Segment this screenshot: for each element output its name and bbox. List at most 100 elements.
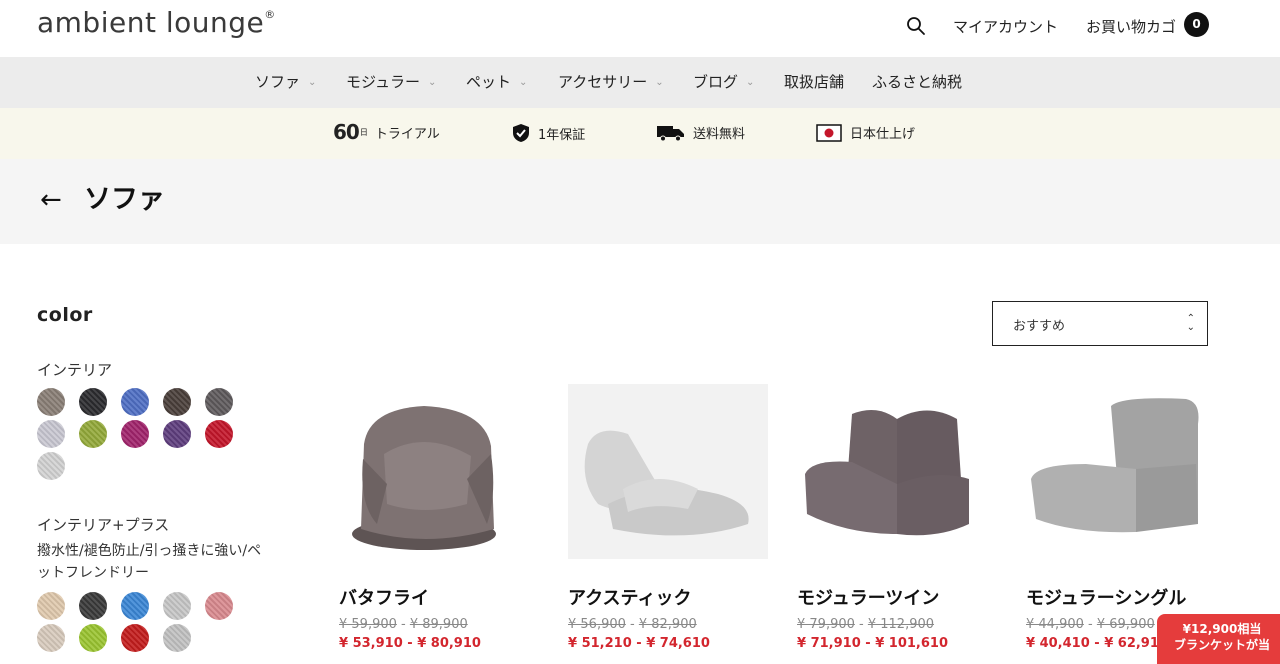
- logo-text: ambient lounge: [37, 6, 265, 39]
- registered-mark: ®: [264, 7, 276, 21]
- product-card[interactable]: アクスティック ¥ 56,900 - ¥ 82,900 ¥ 51,210 - ¥…: [568, 384, 768, 656]
- nav-item-modular[interactable]: モジュラー ⌄: [346, 71, 436, 92]
- product-sale-price: ¥ 40,410 - ¥ 62,910: [1026, 636, 1168, 651]
- price-old-to: ¥ 82,900: [638, 617, 697, 632]
- chevron-down-icon: ⌄: [746, 77, 755, 88]
- trial-unit: 日: [359, 127, 368, 137]
- color-swatch[interactable]: [121, 388, 149, 416]
- price-old-to: ¥ 89,900: [409, 617, 468, 632]
- nav-label: モジュラー: [346, 73, 420, 91]
- product-card[interactable]: バタフライ ¥ 59,900 - ¥ 89,900 ¥ 53,910 - ¥ 8…: [339, 384, 539, 656]
- color-swatch[interactable]: [163, 624, 191, 652]
- product-original-price: ¥ 44,900 - ¥ 69,900: [1026, 617, 1155, 632]
- price-old-from: ¥ 59,900: [339, 617, 397, 632]
- product-sale-price: ¥ 71,910 - ¥ 101,610: [797, 636, 948, 651]
- product-name[interactable]: モジュラーツイン: [797, 584, 939, 610]
- site-header: ambient lounge® マイアカウント お買い物カゴ 0: [0, 0, 1280, 57]
- filter-group-interior-plus-desc: 撥水性/褪色防止/引っ掻きに強い/ペットフレンドリー: [37, 543, 262, 581]
- color-swatch[interactable]: [37, 388, 65, 416]
- color-swatch[interactable]: [37, 452, 65, 480]
- color-swatch[interactable]: [37, 420, 65, 448]
- nav-label: ペット: [466, 73, 512, 91]
- usp-japan-label: 日本仕上げ: [850, 127, 916, 142]
- nav-label: ブログ: [693, 73, 739, 91]
- updown-caret-icon: ⌃ ⌄: [1186, 313, 1195, 333]
- price-new-to: ¥ 74,610: [646, 636, 710, 651]
- filter-group-interior-plus-label: インテリア+プラス: [37, 516, 170, 534]
- nav-label: ソファ: [255, 73, 301, 91]
- price-old-to: ¥ 69,900: [1096, 617, 1155, 632]
- price-old-from: ¥ 79,900: [797, 617, 855, 632]
- back-arrow-icon[interactable]: ←: [40, 185, 62, 215]
- product-original-price: ¥ 79,900 - ¥ 112,900: [797, 617, 935, 632]
- chevron-down-icon: ⌄: [308, 77, 317, 88]
- cart-count-badge[interactable]: 0: [1184, 12, 1209, 37]
- product-image[interactable]: [568, 384, 768, 559]
- product-image[interactable]: [1026, 384, 1226, 559]
- product-name[interactable]: バタフライ: [339, 584, 429, 610]
- nav-label: アクセサリー: [558, 73, 648, 91]
- search-icon[interactable]: [906, 16, 926, 36]
- product-original-price: ¥ 56,900 - ¥ 82,900: [568, 617, 697, 632]
- product-image[interactable]: [339, 384, 539, 559]
- price-new-to: ¥ 101,610: [875, 636, 948, 651]
- color-swatch[interactable]: [205, 420, 233, 448]
- product-image[interactable]: [797, 384, 997, 559]
- nav-item-blog[interactable]: ブログ ⌄: [693, 71, 754, 92]
- product-card[interactable]: モジュラーツイン ¥ 79,900 - ¥ 112,900 ¥ 71,910 -…: [797, 384, 997, 656]
- filter-group-interior-label: インテリア: [37, 361, 113, 379]
- color-swatch[interactable]: [79, 420, 107, 448]
- trial-days: 60: [333, 120, 360, 144]
- nav-item-accessories[interactable]: アクセサリー ⌄: [558, 71, 664, 92]
- color-swatch[interactable]: [79, 624, 107, 652]
- product-original-price: ¥ 59,900 - ¥ 89,900: [339, 617, 468, 632]
- color-swatch[interactable]: [121, 592, 149, 620]
- color-swatch[interactable]: [205, 388, 233, 416]
- usp-shipping: 送料無料: [657, 123, 745, 142]
- price-new-from: ¥ 51,210: [568, 636, 632, 651]
- usp-bar: 60 日 トライアル 1年保証 送料無料 日本仕上げ: [0, 108, 1280, 159]
- product-sale-price: ¥ 53,910 - ¥ 80,910: [339, 636, 481, 651]
- color-swatch[interactable]: [79, 592, 107, 620]
- price-new-from: ¥ 40,410: [1026, 636, 1090, 651]
- color-filter-title: color: [37, 304, 93, 326]
- sort-select[interactable]: おすすめ ⌃ ⌄: [992, 301, 1208, 346]
- product-sale-price: ¥ 51,210 - ¥ 74,610: [568, 636, 710, 651]
- price-old-to: ¥ 112,900: [867, 617, 935, 632]
- page-title-band: ← ソファ: [0, 159, 1280, 244]
- promo-badge[interactable]: ¥12,900相当 ブランケットが当: [1157, 614, 1280, 664]
- color-swatch[interactable]: [37, 624, 65, 652]
- nav-item-pet[interactable]: ペット ⌄: [466, 71, 527, 92]
- japan-flag-icon: [816, 123, 842, 142]
- nav-item-furusato[interactable]: ふるさと納税: [872, 71, 962, 92]
- price-old-from: ¥ 56,900: [568, 617, 626, 632]
- color-swatch[interactable]: [205, 592, 233, 620]
- usp-warranty-label: 1年保証: [538, 127, 586, 143]
- color-swatch[interactable]: [79, 388, 107, 416]
- my-account-link[interactable]: マイアカウント: [953, 16, 1058, 37]
- color-swatch[interactable]: [163, 592, 191, 620]
- nav-item-stores[interactable]: 取扱店舗: [784, 71, 844, 92]
- usp-japan: 日本仕上げ: [816, 123, 915, 142]
- shield-check-icon: [512, 123, 530, 143]
- color-swatch[interactable]: [163, 388, 191, 416]
- site-logo[interactable]: ambient lounge®: [37, 6, 276, 39]
- nav-item-sofa[interactable]: ソファ ⌄: [255, 71, 316, 92]
- page-title: ソファ: [84, 184, 165, 215]
- color-swatch[interactable]: [121, 420, 149, 448]
- product-name[interactable]: モジュラーシングル: [1026, 584, 1186, 610]
- cart-link[interactable]: お買い物カゴ: [1086, 16, 1176, 37]
- chevron-down-icon: ⌄: [427, 77, 437, 88]
- color-swatch[interactable]: [163, 420, 191, 448]
- main-nav: ソファ ⌄ モジュラー ⌄ ペット ⌄ アクセサリー ⌄ ブログ ⌄ 取扱店舗 ふるさと納…: [0, 57, 1280, 108]
- product-name[interactable]: アクスティック: [568, 584, 691, 610]
- sort-selected-value: おすすめ: [1013, 319, 1066, 334]
- promo-line-2: ブランケットが当: [1173, 638, 1270, 652]
- usp-trial: 60 日 トライアル: [333, 120, 440, 144]
- color-swatch[interactable]: [121, 624, 149, 652]
- nav-label: ふるさと納税: [872, 73, 963, 91]
- chevron-down-icon: ⌄: [655, 77, 664, 88]
- color-swatch[interactable]: [37, 592, 65, 620]
- price-new-to: ¥ 80,910: [417, 636, 481, 651]
- sixty-day-icon: 60 日: [333, 120, 368, 144]
